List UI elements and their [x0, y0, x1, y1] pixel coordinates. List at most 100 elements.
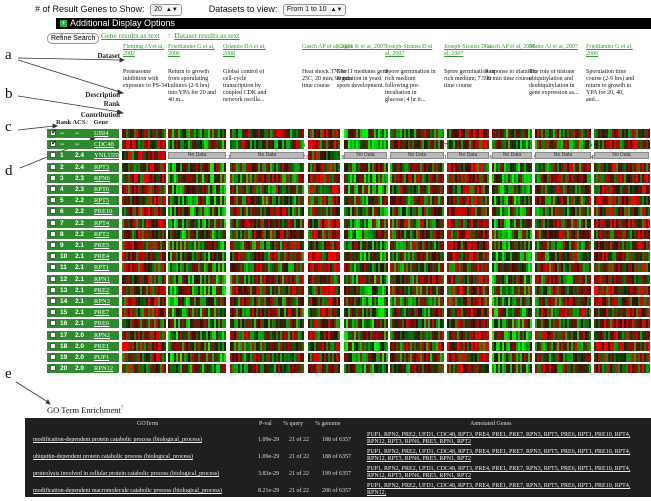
go-header-genome: % genome [315, 421, 341, 427]
gene-row-header: 20 2.0 RPN12 [47, 364, 119, 374]
gene-checkbox[interactable] [50, 197, 56, 204]
dataset-link[interactable]: Friedlander G et al, 2006 [586, 44, 638, 64]
gene-checkbox[interactable] [50, 365, 56, 372]
dataset-description: Mer11 mediates gene regulation in yeast … [337, 69, 389, 89]
gene-checkbox[interactable] [50, 286, 56, 293]
gene-link[interactable]: RPT2 [94, 230, 109, 239]
gene-link[interactable]: PRE5 [94, 241, 109, 250]
go-header-term: GOTerm [137, 421, 159, 427]
gene-checkbox[interactable] [50, 163, 56, 170]
go-annotated-genes[interactable]: PUP1, RPN2, PRE2, UFD1, CDC48, RPT3, PRE… [367, 466, 647, 480]
rank-col-header[interactable]: Rank [56, 119, 71, 126]
gene-row-header: 18 2.0 PRE1 [47, 341, 119, 351]
check-icon: ✔ [51, 139, 57, 148]
dataset-column: Friedlander G et al, 2006 Sporulation tim… [586, 44, 638, 161]
go-genome-pct: 188 of 6357 [322, 454, 351, 460]
page: # of Result Genes to Show: 20 ▲▼ Datasets… [0, 0, 651, 497]
gene-link[interactable]: UBI4 [94, 129, 108, 138]
gene-checkbox[interactable] [50, 275, 56, 282]
gene-checkbox[interactable] [50, 152, 56, 159]
table-row: 18 2.0 PRE1 [47, 341, 651, 351]
go-term-link[interactable]: proteolysis involved in cellular protein… [33, 471, 219, 477]
gene-link[interactable]: CDC48 [94, 140, 114, 149]
gene-checkbox[interactable] [50, 186, 56, 192]
gene-checkbox[interactable] [50, 208, 56, 215]
go-annotated-genes[interactable]: PUP1, RPN2, PRE2, UFD1, CDC48, RPT3, PRE… [367, 483, 647, 497]
table-row: 4 2.3 RPT6 [47, 185, 651, 194]
go-query-pct: 21 of 22 [289, 471, 309, 477]
gene-link[interactable]: RPT6 [94, 185, 109, 194]
gene-checkbox[interactable] [50, 253, 56, 260]
dataset-link[interactable]: Friedlander G et al, 2006 [168, 44, 220, 64]
gene-row-header: 1 2.4 YNL155W [47, 151, 123, 161]
expression-heatmap-row [122, 341, 650, 351]
gene-link[interactable]: RPN3 [94, 297, 110, 306]
go-header-genes: Annotated Genes [470, 421, 512, 427]
gene-row-header: 7 2.2 RPT4 [47, 218, 119, 228]
gene-checkbox[interactable] [50, 264, 56, 271]
gene-rank: 2 [60, 163, 64, 171]
go-annotated-genes[interactable]: PUP1, RPN2, PRE2, UFD1, CDC48, RPT3, PRE… [367, 432, 647, 446]
gene-checkbox[interactable] [50, 298, 56, 304]
gene-checkbox[interactable] [50, 174, 56, 181]
gene-link[interactable]: RPN12 [94, 364, 113, 373]
acs-col-header[interactable]: ACS [72, 119, 85, 126]
gene-link[interactable]: YNL155W [94, 151, 123, 160]
expression-heatmap-row [122, 252, 650, 262]
gene-link[interactable]: PUP1 [94, 353, 109, 362]
help-icon[interactable]: ? [85, 121, 88, 126]
dataset-link[interactable]: Kugou K et al, 2007 [337, 44, 389, 64]
gene-link[interactable]: RPN2 [94, 331, 110, 340]
gene-link[interactable]: RPT5 [94, 196, 109, 205]
gene-checkbox[interactable] [50, 230, 56, 237]
gene-link[interactable]: PRE2 [94, 286, 109, 295]
gene-checkbox[interactable]: ✔ [50, 139, 57, 148]
gene-checkbox[interactable] [50, 242, 56, 248]
gene-link[interactable]: PRE10 [94, 207, 112, 216]
gene-link[interactable]: PRE1 [94, 342, 109, 351]
gene-acs: 2.1 [75, 298, 85, 305]
gene-checkbox[interactable] [50, 309, 56, 316]
gene-rank: 3 [60, 174, 64, 182]
gene-row-header: 6 2.2 PRE10 [47, 207, 119, 217]
expression-heatmap-row [122, 319, 650, 329]
gene-link[interactable]: PRE6 [94, 319, 109, 328]
expression-heatmap-row [122, 274, 650, 284]
gene-row-header: 13 2.1 PRE2 [47, 285, 119, 295]
gene-link[interactable]: RPN1 [94, 275, 110, 284]
gene-checkbox[interactable]: ✔ [50, 128, 57, 136]
go-term-link[interactable]: modification-dependent macromolecule cat… [33, 488, 222, 494]
gene-rank: 13 [60, 286, 68, 294]
gene-row-header: 8 2.2 RPT2 [47, 229, 119, 239]
expression-heatmap-row [122, 364, 650, 374]
go-pval: 1.09e-29 [258, 454, 280, 460]
gene-acs: 2.1 [75, 286, 85, 294]
gene-link[interactable]: PRE7 [94, 308, 109, 317]
gene-link[interactable]: RPT1 [94, 263, 109, 272]
gene-checkbox[interactable] [50, 342, 56, 349]
gene-checkbox[interactable] [50, 354, 56, 360]
help-icon[interactable]: ? [121, 405, 124, 411]
gene-checkbox[interactable] [50, 320, 56, 327]
dataset-link[interactable]: Orlando DA et al, 2008 [223, 44, 275, 64]
gene-acs: 2.0 [75, 342, 85, 350]
go-annotated-genes[interactable]: PUP1, RPN2, PRE2, UFD1, CDC48, RPT3, PRE… [367, 449, 647, 463]
gene-rank: 6 [60, 208, 64, 216]
gene-acs: 2.0 [75, 354, 85, 361]
gene-link[interactable]: RPN6 [94, 174, 110, 183]
gene-link[interactable]: RPT4 [94, 219, 109, 228]
gene-checkbox[interactable] [50, 331, 56, 338]
expression-heatmap-row [122, 330, 650, 340]
gene-row-header: 2 2.4 RPT3 [47, 162, 119, 172]
gene-checkbox[interactable] [50, 219, 56, 226]
go-term-link[interactable]: ubiquitin-dependent protein catabolic pr… [33, 454, 193, 460]
gene-link[interactable]: PRE4 [94, 252, 109, 261]
go-term-link[interactable]: modification-dependent protein catabolic… [33, 437, 202, 443]
gene-row-header: 15 2.1 PRE7 [47, 308, 119, 318]
gene-rank: 8 [60, 230, 64, 238]
dataset-link[interactable]: Mutto AI et al, 2007 [529, 44, 581, 64]
expression-heatmap-row [122, 229, 650, 239]
gene-link[interactable]: RPT3 [94, 163, 109, 172]
dataset-link[interactable]: Joseph-Strauss D et al, 2007 [385, 44, 437, 64]
description-row-label: Description [85, 91, 120, 99]
